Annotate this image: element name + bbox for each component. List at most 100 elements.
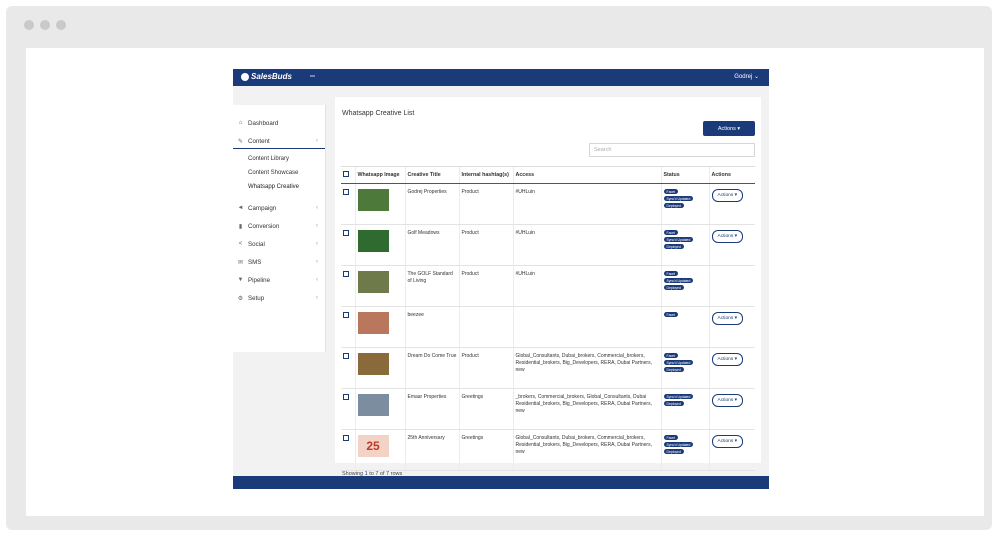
actions-dropdown-button[interactable]: Actions ▾	[703, 121, 755, 136]
top-navbar: SalesBuds ═ Godrej ⌄	[233, 69, 769, 86]
row-checkbox[interactable]	[343, 230, 349, 236]
row-actions-button[interactable]: Actions ▾	[711, 230, 743, 243]
status-badge: Facet	[663, 230, 678, 235]
status-badge: Deployed	[663, 244, 684, 249]
row-checkbox[interactable]	[343, 271, 349, 277]
select-all-checkbox[interactable]	[343, 171, 349, 177]
row-actions-button[interactable]: Actions ▾	[711, 394, 743, 407]
creative-thumbnail[interactable]: 25	[357, 435, 389, 457]
search-input[interactable]: Search	[589, 143, 755, 157]
image-cell	[354, 306, 405, 348]
creative-title-cell: Godrej Properties	[404, 183, 459, 225]
row-actions-button[interactable]: Actions ▾	[711, 189, 743, 202]
row-actions-button[interactable]: Actions ▾	[711, 353, 743, 366]
actions-cell: Actions ▾	[708, 224, 755, 266]
home-icon: ⌂	[238, 120, 243, 126]
sidebar-item-setup[interactable]: ⚙ Setup ‹	[233, 291, 325, 305]
chevron-left-icon: ‹	[316, 138, 318, 144]
hashtag-cell: Product	[458, 265, 513, 307]
window-dot-icon[interactable]	[24, 20, 34, 30]
row-checkbox[interactable]	[343, 394, 349, 400]
logo-icon	[241, 72, 249, 81]
sidebar-item-label: Campaign	[248, 204, 277, 212]
sidebar-item-campaign[interactable]: ◄ Campaign ‹	[233, 201, 325, 215]
status-badge: Facet	[663, 312, 678, 317]
sidebar-item-conversion[interactable]: ▮ Conversion ‹	[233, 219, 325, 233]
sidebar-item-pipeline[interactable]: ▼ Pipeline ‹	[233, 273, 325, 287]
hashtag-cell: Greetings	[458, 388, 513, 430]
column-header[interactable]: Status	[660, 166, 709, 184]
column-header[interactable]: Access	[512, 166, 661, 184]
creative-title-cell: Golf Meadows	[404, 224, 459, 266]
status-badge: Facet	[663, 435, 678, 440]
row-select-cell	[341, 306, 355, 348]
chevron-left-icon: ‹	[316, 205, 318, 211]
creative-title-cell: Emaar Properties	[404, 388, 459, 430]
column-header[interactable]: Whatsapp Image	[354, 166, 405, 184]
status-badge: Deployed	[663, 285, 684, 290]
access-cell: _brokers, Commercial_brokers, Global_Con…	[512, 388, 661, 430]
content-panel: Whatsapp Creative List Actions ▾ Search …	[335, 97, 761, 477]
access-cell: #UHLuin	[512, 224, 661, 266]
actions-cell: Actions ▾	[708, 306, 755, 348]
row-checkbox[interactable]	[343, 312, 349, 318]
actions-cell: Actions ▾	[708, 347, 755, 389]
status-badge: Sync'd Updated	[663, 237, 694, 242]
image-cell	[354, 347, 405, 389]
sidebar-item-social[interactable]: < Social ‹	[233, 237, 325, 251]
access-cell	[512, 306, 661, 348]
column-header[interactable]: Creative Title	[404, 166, 459, 184]
row-checkbox[interactable]	[343, 189, 349, 195]
row-checkbox[interactable]	[343, 435, 349, 441]
sidebar-subitem-content-showcase[interactable]: Content Showcase	[248, 170, 298, 176]
sidebar-item-content[interactable]: ✎ Content ‹	[233, 134, 325, 149]
row-actions-button[interactable]: Actions ▾	[711, 435, 743, 448]
status-cell: Facet Sync'd Updated Deployed	[660, 429, 709, 471]
row-actions-button[interactable]: Actions ▾	[711, 312, 743, 325]
sidebar-item-label: Dashboard	[248, 119, 279, 127]
app-logo[interactable]: SalesBuds	[241, 72, 292, 81]
user-menu[interactable]: Godrej ⌄	[734, 73, 759, 80]
status-badge: Deployed	[663, 401, 684, 406]
creative-thumbnail[interactable]	[357, 271, 389, 293]
creative-thumbnail[interactable]	[357, 394, 389, 416]
status-cell: Facet	[660, 306, 709, 348]
sidebar-subitem-whatsapp-creative[interactable]: Whatsapp Creative	[248, 184, 299, 190]
actions-cell: Actions ▾	[708, 388, 755, 430]
row-checkbox[interactable]	[343, 353, 349, 359]
sidebar-item-dashboard[interactable]: ⌂ Dashboard	[233, 116, 325, 130]
chevron-left-icon: ‹	[316, 259, 318, 265]
window-dot-icon[interactable]	[40, 20, 50, 30]
creative-thumbnail[interactable]	[357, 230, 389, 252]
actions-cell: Actions ▾	[708, 183, 755, 225]
sidebar-item-sms[interactable]: ✉ SMS ‹	[233, 255, 325, 269]
creative-table: Whatsapp Image Creative Title Internal h…	[341, 166, 755, 471]
bar-chart-icon: ▮	[238, 223, 243, 230]
gear-icon: ⚙	[237, 295, 244, 302]
sidebar-subitem-content-library[interactable]: Content Library	[248, 156, 289, 162]
chevron-left-icon: ‹	[316, 223, 318, 229]
sidebar-item-label: Setup	[248, 294, 265, 302]
creative-thumbnail[interactable]	[357, 189, 389, 211]
hamburger-icon[interactable]: ═	[310, 73, 315, 80]
status-badge: Deployed	[663, 367, 684, 372]
sidebar-item-label: Conversion	[248, 222, 280, 230]
status-cell: Facet Sync'd Updated Deployed	[660, 183, 709, 225]
status-badge: Sync'd Updated	[663, 278, 694, 283]
image-cell: 25	[354, 429, 405, 471]
access-cell: #UHLuin	[512, 183, 661, 225]
creative-thumbnail[interactable]	[357, 312, 389, 334]
creative-title-cell: beezee	[404, 306, 459, 348]
status-cell: Facet Sync'd Updated Deployed	[660, 265, 709, 307]
table-row: Golf Meadows Product #UHLuin Facet Sync'd Up…	[341, 224, 755, 266]
row-select-cell	[341, 429, 355, 471]
select-all-cell	[341, 166, 355, 184]
table-row: Godrej Properties Product #UHLuin Facet Sync…	[341, 183, 755, 225]
column-header[interactable]: Actions	[708, 166, 755, 184]
row-select-cell	[341, 224, 355, 266]
creative-thumbnail[interactable]	[357, 353, 389, 375]
window-dot-icon[interactable]	[56, 20, 66, 30]
table-row: 25 25th Anniversary Greetings Global_Consul…	[341, 429, 755, 471]
status-badge: Deployed	[663, 449, 684, 454]
column-header[interactable]: Internal hashtag(s)	[458, 166, 513, 184]
